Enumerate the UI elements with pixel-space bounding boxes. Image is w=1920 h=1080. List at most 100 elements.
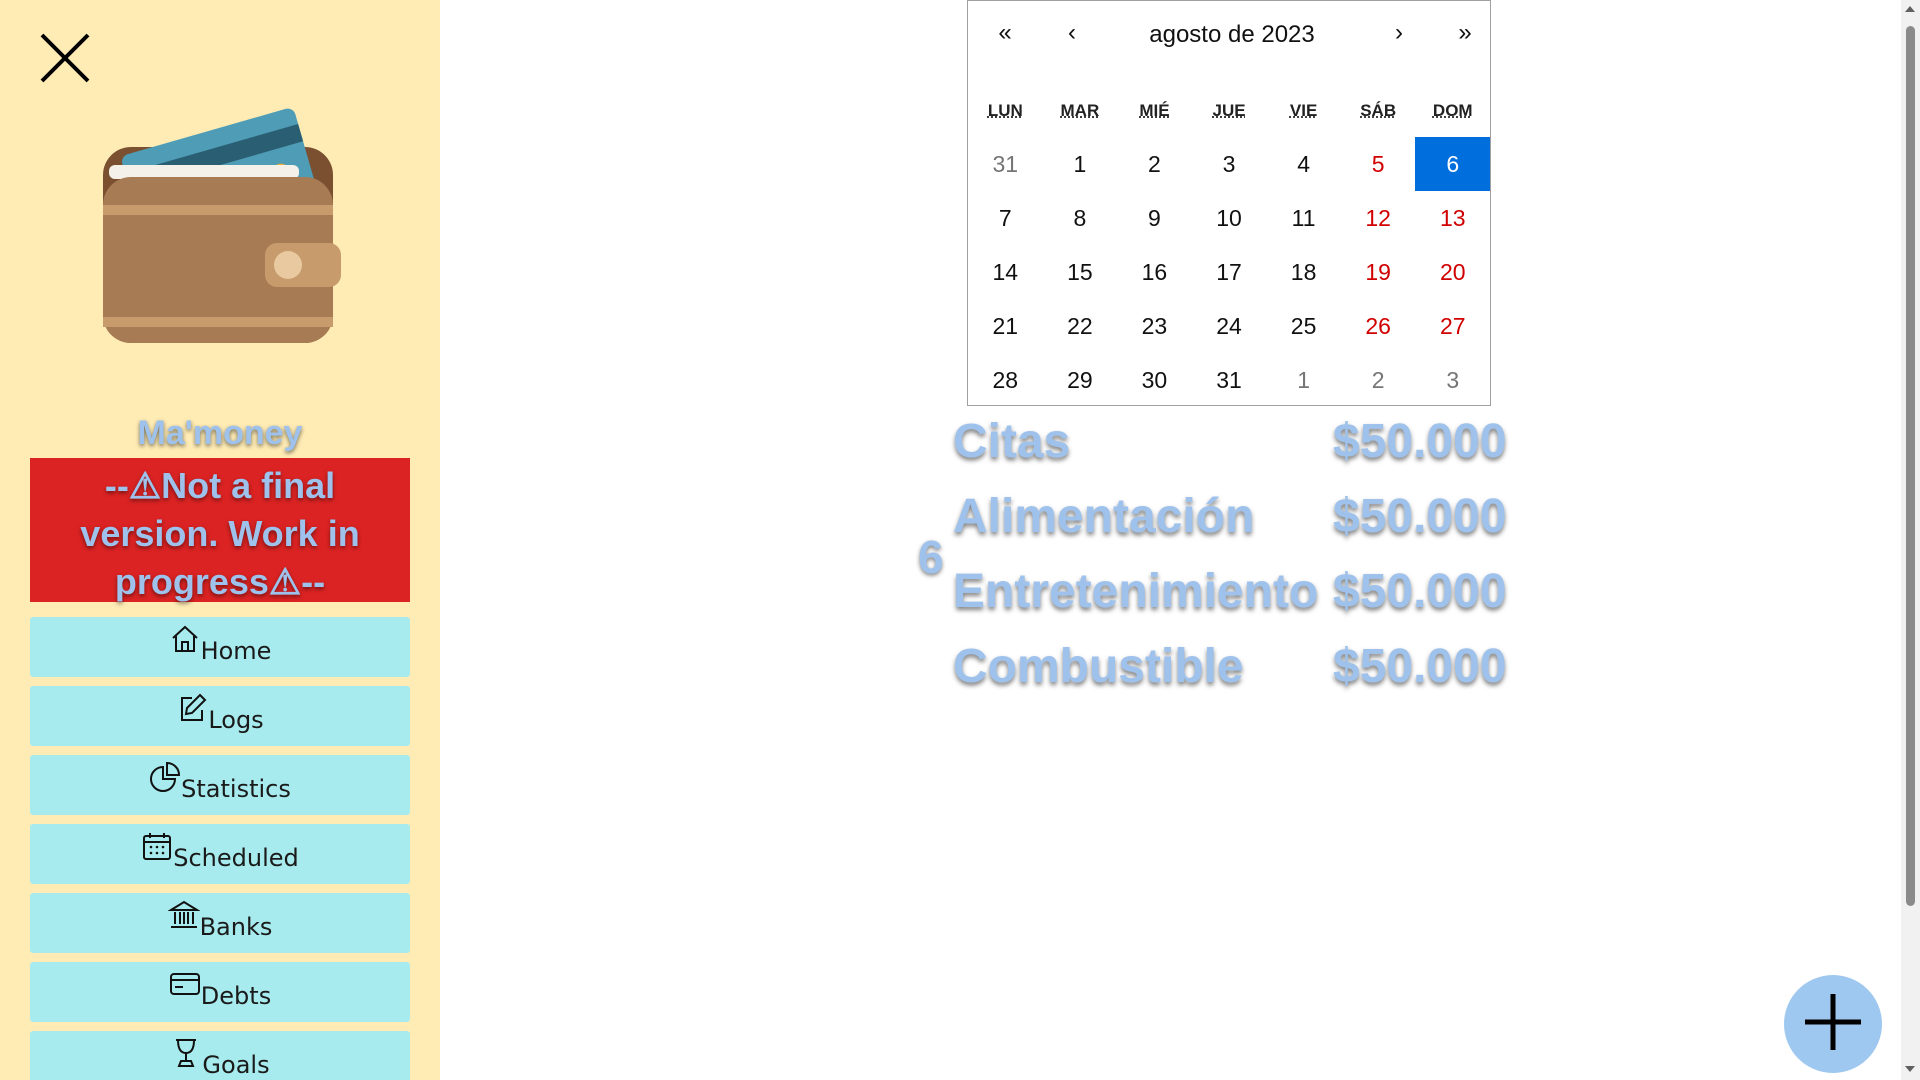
calendar-days: 31 1 2 3 4 5 6 7 8 9 10 11 12 13 14 15 16 17 18 19 20 21 22 23 2… [968,137,1491,407]
calendar-day[interactable]: 2 [1341,353,1416,407]
sidebar-item-banks[interactable]: Banks [30,893,410,953]
category-amount: $50.000 [1333,640,1507,693]
calendar-day[interactable]: 3 [1192,137,1267,191]
weekday-header: DOM [1432,101,1473,120]
add-button[interactable] [1784,975,1882,1073]
category-amount: $50.000 [1333,415,1507,468]
calendar-day[interactable]: 26 [1341,299,1416,353]
sidebar-item-goals[interactable]: Goals [30,1031,410,1080]
calendar-week-row: 31 1 2 3 4 5 6 [968,137,1491,191]
credit-card-icon [169,968,201,1000]
vertical-scrollbar[interactable] [1901,0,1920,1080]
scrollbar-thumb[interactable] [1906,26,1915,906]
calendar-day[interactable]: 22 [1043,299,1118,353]
calendar-day[interactable]: 4 [1266,137,1341,191]
category-row[interactable]: Entretenimiento $50.000 [953,564,1553,639]
sidebar: Ma'money --⚠Not a final version. Work in… [0,0,440,1080]
calendar-day[interactable]: 3 [1415,353,1490,407]
weekday-header: JUE [1212,101,1246,120]
bank-icon [167,899,201,931]
calendar: « ‹ agosto de 2023 › » LUN MAR MIÉ JUE VIE SÁ… [967,0,1491,406]
sidebar-item-label: Goals [202,1051,270,1079]
calendar-week-row: 7 8 9 10 11 12 13 [968,191,1490,245]
sidebar-item-label: Debts [200,982,272,1010]
category-list: Citas $50.000 Alimentación $50.000 Entreteni… [953,414,1553,714]
calendar-week-row: 21 22 23 24 25 26 27 [968,299,1490,353]
calendar-day[interactable]: 13 [1415,191,1490,245]
calendar-day[interactable]: 29 [1043,353,1118,407]
next-year-button[interactable]: » [1445,19,1485,47]
category-name: Citas [953,415,1071,468]
weekday-header: MAR [1060,101,1100,120]
calendar-day[interactable]: 28 [968,353,1043,407]
calendar-day[interactable]: 25 [1266,299,1341,353]
calendar-day[interactable]: 27 [1415,299,1490,353]
sidebar-item-home[interactable]: Home [30,617,410,677]
next-month-button[interactable]: › [1379,19,1419,47]
category-name: Combustible [953,640,1244,693]
calendar-day[interactable]: 2 [1117,137,1192,191]
home-icon [169,623,201,655]
calendar-day[interactable]: 1 [1043,137,1118,191]
weekday-header: VIE [1289,101,1318,120]
calendar-month-label[interactable]: agosto de 2023 [1118,21,1346,49]
scroll-up-arrow-icon[interactable] [1905,6,1915,12]
calendar-week-row: 14 15 16 17 18 19 20 [968,245,1490,299]
category-amount: $50.000 [1333,490,1507,543]
calendar-day[interactable]: 31 [968,137,1043,191]
work-in-progress-banner: --⚠Not a final version. Work in progress… [30,458,410,602]
calendar-day[interactable]: 6 [1415,137,1491,191]
category-row[interactable]: Citas $50.000 [953,414,1553,489]
weekday-header: SÁB [1360,101,1397,120]
calendar-day[interactable]: 31 [1192,353,1267,407]
calendar-day[interactable]: 24 [1192,299,1267,353]
calendar-day[interactable]: 20 [1415,245,1490,299]
prev-year-button[interactable]: « [985,19,1025,47]
calendar-day[interactable]: 10 [1192,191,1267,245]
calendar-day[interactable]: 18 [1266,245,1341,299]
sidebar-item-debts[interactable]: Debts [30,962,410,1022]
calendar-day[interactable]: 5 [1341,137,1416,191]
calendar-day[interactable]: 8 [1043,191,1118,245]
calendar-day[interactable]: 7 [968,191,1043,245]
scroll-down-arrow-icon[interactable] [1905,1066,1915,1072]
wallet-logo-icon [95,85,345,355]
selected-day-number: 6 [918,531,944,583]
weekday-header: LUN [987,101,1023,120]
calendar-day[interactable]: 14 [968,245,1043,299]
calendar-day[interactable]: 17 [1192,245,1267,299]
prev-month-button[interactable]: ‹ [1052,19,1092,47]
calendar-day[interactable]: 15 [1043,245,1118,299]
category-row[interactable]: Alimentación $50.000 [953,489,1553,564]
calendar-day[interactable]: 19 [1341,245,1416,299]
calendar-day[interactable]: 21 [968,299,1043,353]
plus-icon [1801,990,1865,1058]
sidebar-item-label: Logs [208,706,264,734]
sidebar-item-logs[interactable]: Logs [30,686,410,746]
sidebar-item-scheduled[interactable]: Scheduled [30,824,410,884]
category-row[interactable]: Combustible $50.000 [953,639,1553,714]
calendar-icon [141,830,173,862]
calendar-day[interactable]: 11 [1266,191,1341,245]
pie-chart-icon [149,761,181,793]
category-name: Alimentación [953,490,1255,543]
sidebar-item-label: Scheduled [173,844,299,872]
calendar-day[interactable]: 30 [1117,353,1192,407]
category-name: Entretenimiento [953,565,1319,618]
sidebar-item-label: Statistics [181,775,291,803]
calendar-day[interactable]: 12 [1341,191,1416,245]
calendar-weekdays: LUN MAR MIÉ JUE VIE SÁB DOM [968,101,1490,121]
calendar-navigation: « ‹ agosto de 2023 › » [968,1,1490,71]
app-title: Ma'money [137,414,303,452]
calendar-day[interactable]: 1 [1266,353,1341,407]
weekday-header: MIÉ [1139,101,1170,120]
calendar-day[interactable]: 23 [1117,299,1192,353]
sidebar-item-statistics[interactable]: Statistics [30,755,410,815]
calendar-day[interactable]: 16 [1117,245,1192,299]
sidebar-item-label: Banks [199,913,273,941]
close-icon[interactable] [37,30,93,86]
calendar-day[interactable]: 9 [1117,191,1192,245]
edit-icon [176,692,208,724]
calendar-week-row: 28 29 30 31 1 2 3 [968,353,1490,407]
sidebar-nav: Home Logs Statistics Scheduled Banks Deb… [30,617,410,1080]
